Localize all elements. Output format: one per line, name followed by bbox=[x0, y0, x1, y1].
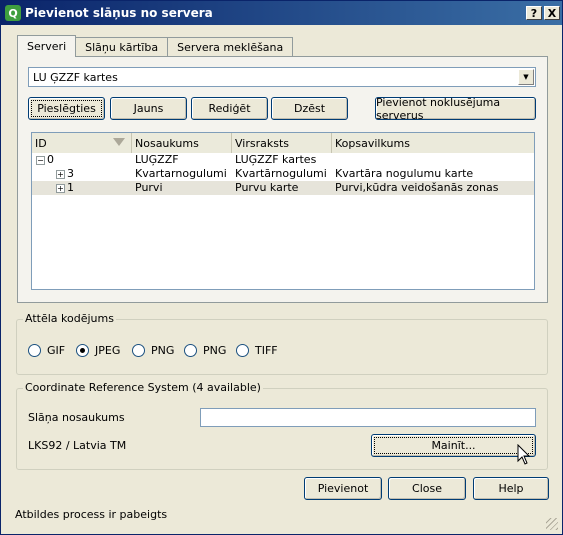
change-crs-button[interactable]: Mainīt... bbox=[371, 434, 536, 457]
radio-circle-icon bbox=[28, 344, 41, 357]
column-header-summary[interactable]: Kopsavilkums bbox=[332, 133, 534, 153]
table-row[interactable]: −0 LUĢZZF LUĢZZF kartes bbox=[32, 153, 534, 167]
title-bar[interactable]: Q Pievienot slāņus no servera ? X bbox=[1, 1, 562, 25]
radio-circle-checked-icon bbox=[76, 344, 89, 357]
tab-bar: Serveri Slāņu kārtība Servera meklēšana bbox=[17, 35, 294, 57]
status-text: Atbildes process ir pabeigts bbox=[15, 508, 168, 521]
connect-button[interactable]: Pieslēgties bbox=[28, 97, 105, 120]
help-titlebar-button[interactable]: ? bbox=[526, 6, 542, 20]
row-name: Purvi bbox=[135, 181, 163, 194]
crs-group: Coordinate Reference System (4 available… bbox=[16, 381, 548, 470]
row-summary bbox=[332, 153, 534, 167]
chevron-down-icon[interactable]: ▼ bbox=[518, 69, 534, 85]
tab-server-search[interactable]: Servera meklēšana bbox=[167, 37, 294, 57]
column-header-name[interactable]: Nosaukums bbox=[132, 133, 232, 153]
crs-legend: Coordinate Reference System (4 available… bbox=[23, 381, 263, 394]
edit-button[interactable]: Rediģēt bbox=[191, 97, 268, 120]
radio-tiff[interactable]: TIFF bbox=[236, 344, 278, 357]
row-title: Purvu karte bbox=[235, 181, 299, 194]
window-title: Pievienot slāņus no servera bbox=[25, 6, 213, 20]
current-crs-label: LKS92 / Latvia TM bbox=[28, 439, 127, 452]
tree-header: ID Nosaukums Virsraksts Kopsavilkums bbox=[32, 133, 534, 153]
radio-circle-icon bbox=[132, 344, 145, 357]
row-title: LUĢZZF kartes bbox=[235, 153, 317, 166]
layer-name-label: Slāņa nosaukums bbox=[28, 411, 125, 424]
radio-png-2[interactable]: PNG bbox=[184, 344, 226, 357]
resize-grip-icon[interactable] bbox=[546, 518, 558, 530]
help-button[interactable]: Help bbox=[473, 477, 549, 500]
row-name: LUĢZZF bbox=[135, 153, 179, 166]
image-encoding-legend: Attēla kodējums bbox=[23, 312, 116, 325]
radio-jpeg[interactable]: JPEG bbox=[76, 344, 120, 357]
layer-name-input[interactable] bbox=[200, 408, 536, 427]
row-id: 1 bbox=[67, 181, 74, 194]
row-summary: Kvartāra nogulumu karte bbox=[335, 167, 474, 180]
tab-layer-order[interactable]: Slāņu kārtība bbox=[75, 37, 169, 57]
radio-circle-icon bbox=[236, 344, 249, 357]
row-id: 3 bbox=[67, 167, 74, 180]
table-row[interactable]: +3 Kvartarnogulumi Kvartārnogulumi Kvart… bbox=[32, 167, 534, 181]
dialog-window: Q Pievienot slāņus no servera ? X Server… bbox=[0, 0, 563, 535]
radio-circle-icon bbox=[184, 344, 197, 357]
row-name: Kvartarnogulumi bbox=[135, 167, 227, 180]
add-button[interactable]: Pievienot bbox=[304, 477, 382, 500]
collapse-icon[interactable]: − bbox=[36, 155, 45, 165]
radio-png[interactable]: PNG bbox=[132, 344, 174, 357]
radio-gif[interactable]: GIF bbox=[28, 344, 65, 357]
close-button[interactable]: Close bbox=[388, 477, 466, 500]
row-id: 0 bbox=[47, 153, 54, 166]
expand-icon[interactable]: + bbox=[56, 183, 65, 193]
qgis-q-icon: Q bbox=[5, 5, 21, 21]
mouse-pointer-icon bbox=[517, 444, 531, 465]
server-select-value: LU ĢZZF kartes bbox=[33, 70, 118, 84]
add-default-servers-button[interactable]: Pievienot noklusējuma serverus bbox=[375, 96, 536, 122]
column-header-title[interactable]: Virsraksts bbox=[232, 133, 332, 153]
server-select[interactable]: LU ĢZZF kartes ▼ bbox=[28, 67, 536, 87]
sort-indicator-icon bbox=[113, 138, 125, 146]
new-button[interactable]: Jauns bbox=[110, 97, 187, 120]
column-header-id[interactable]: ID bbox=[32, 133, 132, 153]
close-titlebar-button[interactable]: X bbox=[544, 6, 560, 20]
row-title: Kvartārnogulumi bbox=[235, 167, 327, 180]
delete-button[interactable]: Dzēst bbox=[271, 97, 348, 120]
row-summary: Purvi,kūdra veidošanās zonas bbox=[335, 181, 499, 194]
table-row[interactable]: +1 Purvi Purvu karte Purvi,kūdra veidoša… bbox=[32, 181, 534, 195]
expand-icon[interactable]: + bbox=[56, 169, 65, 179]
layers-tree[interactable]: ID Nosaukums Virsraksts Kopsavilkums −0 … bbox=[31, 132, 535, 290]
tab-servers[interactable]: Serveri bbox=[17, 35, 77, 57]
